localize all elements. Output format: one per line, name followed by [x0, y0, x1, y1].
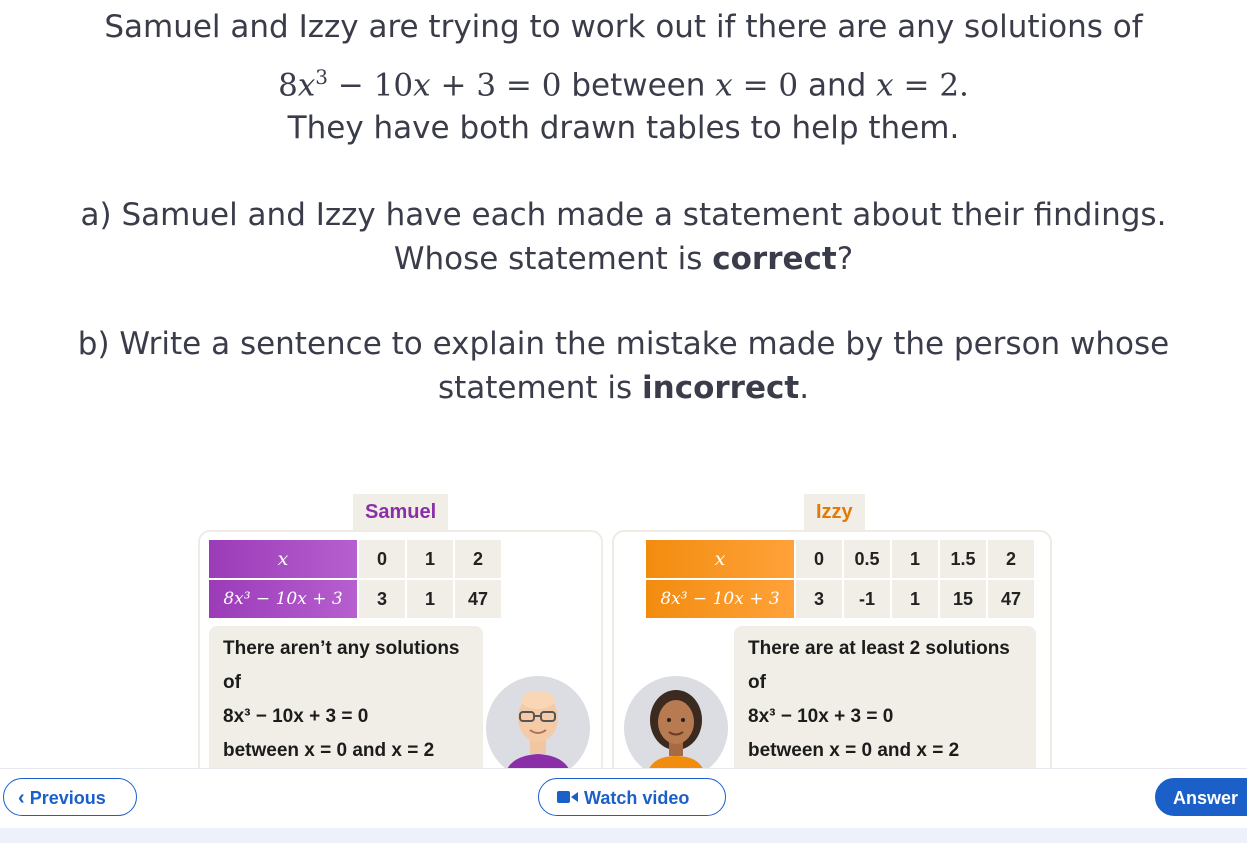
izzy-name-tab: Izzy: [804, 494, 865, 530]
samuel-table: x 0 1 2 8x³ − 10x + 3 3 1 47: [207, 538, 503, 620]
samuel-x-cell: 2: [453, 538, 503, 580]
izzy-x-cell: 2: [986, 538, 1036, 580]
part-b-line-1: b) Write a sentence to explain the mista…: [77, 326, 1170, 362]
izzy-avatar: [624, 676, 728, 780]
samuel-x-header: x: [207, 538, 359, 580]
izzy-x-cell: 0: [794, 538, 844, 580]
samuel-x-cell: 0: [357, 538, 407, 580]
eq-x: x: [297, 67, 316, 104]
part-b-text: statement is: [437, 370, 643, 406]
izzy-x-cell: 1: [890, 538, 940, 580]
part-a-text: Whose statement is: [393, 241, 713, 277]
izzy-x-header: x: [644, 538, 796, 580]
watch-video-label: Watch video: [584, 788, 690, 808]
part-b-end: .: [799, 370, 810, 406]
samuel-f-header: 8x³ − 10x + 3: [207, 578, 359, 620]
eq-a: = 0: [732, 67, 799, 104]
and-word: and: [798, 67, 877, 104]
question-line-2: 8x3 − 10x + 3 = 0 between x = 0 and x = …: [0, 55, 1247, 107]
chevron-left-icon: ‹: [18, 787, 25, 809]
part-a-line-1: a) Samuel and Izzy have each made a stat…: [80, 197, 1167, 233]
between-word: between: [561, 67, 716, 104]
question-line-1: Samuel and Izzy are trying to work out i…: [104, 9, 1143, 45]
x-a: x: [715, 67, 733, 104]
samuel-f-cell: 47: [453, 578, 503, 620]
samuel-x-cell: 1: [405, 538, 455, 580]
samuel-f-cell: 3: [357, 578, 407, 620]
izzy-f-cell: 3: [794, 578, 844, 620]
izzy-statement-3: between x = 0 and x = 2: [748, 740, 960, 761]
part-b-emphasis: incorrect: [642, 370, 800, 406]
samuel-f-cell: 1: [405, 578, 455, 620]
izzy-x-cell: 1.5: [938, 538, 988, 580]
samuel-statement-2: 8x³ − 10x + 3 = 0: [223, 706, 369, 727]
izzy-f-cell: 15: [938, 578, 988, 620]
x-b: x: [876, 67, 894, 104]
answer-label: Answer: [1173, 788, 1239, 808]
izzy-x-cell: 0.5: [842, 538, 892, 580]
part-a-end: ?: [836, 241, 854, 277]
eq-tail: + 3 = 0: [430, 67, 562, 104]
samuel-statement-3: between x = 0 and x = 2: [223, 740, 435, 761]
answer-button[interactable]: Answer: [1155, 778, 1247, 816]
previous-label: Previous: [29, 788, 106, 808]
part-a-emphasis: correct: [712, 241, 837, 277]
question-line-3: They have both drawn tables to help them…: [287, 110, 960, 146]
part-b-line-2: statement is incorrect.: [0, 366, 1247, 410]
izzy-speech-bubble: There are at least 2 solutions of 8x³ − …: [734, 626, 1036, 774]
izzy-f-cell: 47: [986, 578, 1036, 620]
eq-exp: 3: [315, 65, 329, 89]
footer-strip: [0, 828, 1247, 843]
samuel-name-tab: Samuel: [353, 494, 449, 530]
eq-x2: x: [413, 67, 431, 104]
izzy-f-cell: 1: [890, 578, 940, 620]
previous-button[interactable]: ‹ Previous: [3, 778, 137, 816]
eq-b: = 2.: [893, 67, 969, 104]
eq-coef: 8: [278, 67, 298, 104]
izzy-table: x 0 0.5 1 1.5 2 8x³ − 10x + 3 3 -1 1 15 …: [644, 538, 1036, 620]
part-a-line-2: Whose statement is correct?: [0, 237, 1247, 281]
watch-video-button[interactable]: Watch video: [538, 778, 726, 816]
samuel-avatar: [486, 676, 590, 780]
samuel-statement-1: There aren’t any solutions of: [223, 638, 460, 693]
eq-rest: − 10: [328, 67, 414, 104]
izzy-statement-1: There are at least 2 solutions of: [748, 638, 1010, 693]
izzy-f-cell: -1: [842, 578, 892, 620]
video-camera-icon: [557, 779, 579, 817]
izzy-statement-2: 8x³ − 10x + 3 = 0: [748, 706, 894, 727]
samuel-speech-bubble: There aren’t any solutions of 8x³ − 10x …: [209, 626, 483, 774]
izzy-f-header: 8x³ − 10x + 3: [644, 578, 796, 620]
